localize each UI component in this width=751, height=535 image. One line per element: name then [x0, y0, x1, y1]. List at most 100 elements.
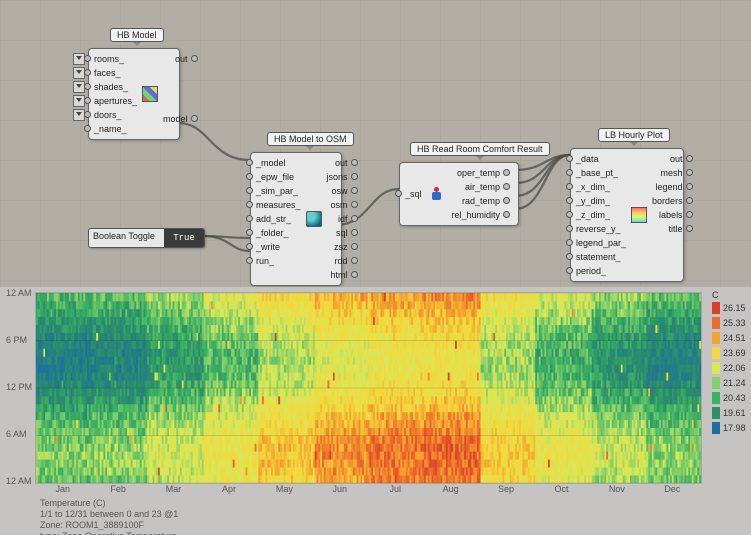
input-port[interactable]: doors_ [91, 108, 125, 122]
comfort-icon [430, 187, 444, 201]
x-tick: Apr [222, 484, 236, 494]
input-port[interactable]: shades_ [91, 80, 131, 94]
input-port[interactable]: _epw_file [253, 170, 297, 184]
y-tick: 12 AM [6, 476, 32, 486]
x-tick: Jan [55, 484, 70, 494]
input-port[interactable]: add_str_ [253, 212, 294, 226]
output-port[interactable]: out [667, 152, 686, 166]
x-tick: Feb [110, 484, 126, 494]
output-port[interactable]: labels [656, 208, 686, 222]
input-port[interactable]: apertures_ [91, 94, 140, 108]
y-tick: 12 AM [6, 288, 32, 298]
legend-swatch [712, 422, 720, 434]
input-port[interactable]: _folder_ [253, 226, 292, 240]
output-port[interactable]: rel_humidity [449, 208, 504, 222]
legend-row: 19.61 [712, 407, 748, 419]
legend-row: 22.06 [712, 362, 748, 374]
x-tick: Sep [498, 484, 514, 494]
x-tick: Oct [554, 484, 568, 494]
legend-swatch [712, 362, 720, 374]
cube-icon [142, 86, 158, 102]
hourly-heatmap [35, 292, 702, 484]
input-port[interactable]: rooms_ [91, 52, 127, 66]
output-port[interactable]: zsz [331, 240, 351, 254]
x-tick: Jul [389, 484, 401, 494]
toggle-label: Boolean Toggle [89, 229, 164, 247]
legend-swatch [712, 347, 720, 359]
legend-row: 24.51 [712, 332, 748, 344]
y-tick: 6 PM [6, 335, 27, 345]
legend-value: 24.51 [723, 333, 746, 343]
input-port[interactable]: _base_pt_ [573, 166, 621, 180]
output-port[interactable]: out [172, 52, 191, 66]
output-port[interactable]: html [328, 268, 351, 282]
component-label-lb-hourly-plot: LB Hourly Plot [598, 128, 670, 142]
output-port[interactable]: air_temp [462, 180, 503, 194]
input-port[interactable]: _sim_par_ [253, 184, 301, 198]
input-port[interactable]: faces_ [91, 66, 124, 80]
input-port[interactable]: _name_ [91, 122, 130, 136]
input-port[interactable]: _y_dim_ [573, 194, 613, 208]
input-port[interactable]: _model [253, 156, 289, 170]
legend-value: 25.33 [723, 318, 746, 328]
component-label-hb-model: HB Model [110, 28, 164, 42]
legend-value: 22.06 [723, 363, 746, 373]
legend-swatch [712, 332, 720, 344]
legend-swatch [712, 302, 720, 314]
legend-row: 21.24 [712, 377, 748, 389]
y-tick: 6 AM [6, 429, 27, 439]
legend-value: 21.24 [723, 378, 746, 388]
output-port[interactable]: idf [335, 212, 351, 226]
openstudio-icon [306, 211, 322, 227]
x-tick: Jun [333, 484, 348, 494]
output-port[interactable]: out [332, 156, 351, 170]
output-port[interactable]: model [160, 112, 191, 126]
legend: C 26.1525.3324.5123.6922.0621.2420.4319.… [712, 290, 748, 437]
component-hb-read-comfort[interactable]: _sql oper_temp air_temp rad_temp rel_hum… [399, 162, 519, 226]
legend-swatch [712, 392, 720, 404]
legend-unit: C [712, 290, 748, 300]
output-port[interactable]: jsons [324, 170, 351, 184]
legend-row: 20.43 [712, 392, 748, 404]
input-port[interactable]: statement_ [573, 250, 624, 264]
input-port[interactable]: period_ [573, 264, 609, 278]
component-label-hb-model-to-osm: HB Model to OSM [267, 132, 354, 146]
boolean-toggle[interactable]: Boolean Toggle True [88, 228, 205, 248]
input-port[interactable]: legend_par_ [573, 236, 629, 250]
output-port[interactable]: title [666, 222, 686, 236]
input-port[interactable]: _write [253, 240, 283, 254]
input-port[interactable]: _z_dim_ [573, 208, 613, 222]
legend-value: 26.15 [723, 303, 746, 313]
legend-swatch [712, 407, 720, 419]
y-tick: 12 PM [6, 382, 32, 392]
input-port[interactable]: run_ [253, 254, 277, 268]
hourly-plot-icon [631, 207, 647, 223]
output-port[interactable]: oper_temp [454, 166, 503, 180]
component-lb-hourly-plot[interactable]: _data _base_pt_ _x_dim_ _y_dim_ _z_dim_ … [570, 148, 684, 282]
x-tick: Mar [166, 484, 182, 494]
toggle-value[interactable]: True [164, 229, 204, 247]
output-port[interactable]: rad_temp [459, 194, 503, 208]
component-hb-model-to-osm[interactable]: _model _epw_file _sim_par_ measures_ add… [250, 152, 342, 286]
input-port[interactable]: measures_ [253, 198, 304, 212]
chart-caption: Temperature (C) 1/1 to 12/31 between 0 a… [40, 498, 178, 535]
output-port[interactable]: rdd [332, 254, 351, 268]
input-port[interactable]: _data [573, 152, 602, 166]
output-port[interactable]: sql [333, 226, 351, 240]
legend-row: 26.15 [712, 302, 748, 314]
output-port[interactable]: osw [329, 184, 351, 198]
legend-swatch [712, 317, 720, 329]
component-hb-model[interactable]: rooms_ faces_ shades_ apertures_ doors_ … [88, 48, 180, 140]
input-port[interactable]: _sql [402, 187, 425, 201]
input-port[interactable]: _x_dim_ [573, 180, 613, 194]
output-port[interactable]: borders [649, 194, 686, 208]
legend-value: 19.61 [723, 408, 746, 418]
output-port[interactable]: mesh [658, 166, 686, 180]
output-port[interactable]: osm [328, 198, 351, 212]
input-port[interactable]: reverse_y_ [573, 222, 624, 236]
legend-swatch [712, 377, 720, 389]
x-tick: Nov [609, 484, 625, 494]
x-tick: May [276, 484, 293, 494]
x-tick: Dec [664, 484, 680, 494]
output-port[interactable]: legend [653, 180, 686, 194]
